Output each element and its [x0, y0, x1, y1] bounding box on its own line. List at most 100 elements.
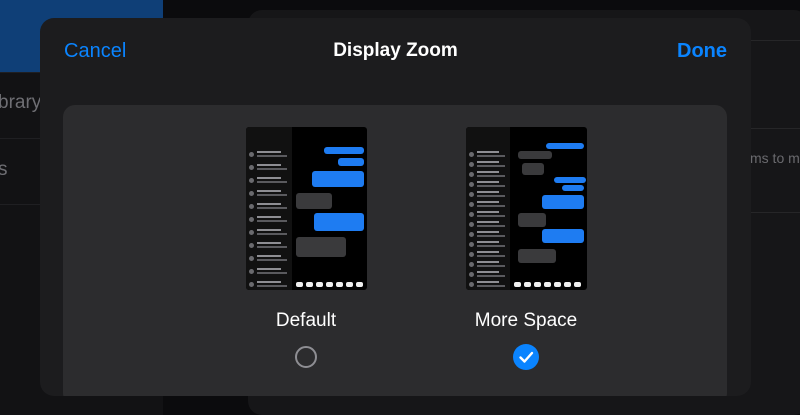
background-sidebar-item: s — [0, 159, 8, 180]
option-more-space[interactable]: More Space — [446, 127, 606, 370]
done-button[interactable]: Done — [677, 40, 727, 63]
preview-line — [476, 201, 499, 203]
preview-message-bubble — [521, 163, 544, 175]
preview-avatar-icon — [248, 152, 254, 157]
preview-line — [256, 259, 287, 261]
preview-line — [476, 195, 505, 197]
preview-app-icon — [553, 282, 561, 287]
preview-line — [476, 165, 505, 167]
preview-list-row — [248, 177, 289, 184]
preview-list-row — [468, 271, 507, 278]
preview-avatar-icon — [248, 191, 254, 196]
option-label: More Space — [474, 310, 578, 331]
preview-message-bubble — [311, 171, 364, 187]
preview-list-row — [248, 190, 289, 197]
preview-list-row — [468, 211, 507, 218]
preview-line — [256, 151, 281, 153]
preview-avatar-icon — [248, 165, 254, 170]
preview-avatar-icon — [468, 272, 474, 277]
preview-line — [476, 275, 505, 277]
preview-line — [256, 177, 281, 179]
preview-app-icon — [573, 282, 581, 287]
preview-line — [476, 245, 505, 247]
preview-line — [476, 205, 505, 207]
preview-list-row — [468, 161, 507, 168]
option-default[interactable]: Default — [226, 127, 386, 368]
preview-line — [476, 271, 499, 273]
preview-app-bar — [511, 280, 587, 290]
preview-app-icon — [335, 282, 343, 287]
preview-list-row — [248, 255, 289, 262]
preview-line — [476, 235, 505, 237]
preview-line — [256, 285, 287, 287]
preview-avatar-icon — [468, 252, 474, 257]
radio-unselected-icon[interactable] — [295, 346, 317, 368]
preview-app-icon — [325, 282, 333, 287]
preview-app-icon — [563, 282, 571, 287]
preview-list-row — [248, 242, 289, 249]
preview-message-bubble — [517, 151, 552, 159]
preview-line — [256, 220, 287, 222]
preview-list-row — [468, 201, 507, 208]
background-row-divider — [750, 212, 800, 213]
preview-app-bar — [293, 280, 367, 290]
preview-line — [476, 185, 505, 187]
preview-list-row — [248, 151, 289, 158]
preview-app-icon — [345, 282, 353, 287]
preview-list-row — [468, 241, 507, 248]
preview-line — [256, 242, 281, 244]
preview-line — [476, 175, 505, 177]
preview-line — [476, 215, 505, 217]
preview-avatar-icon — [248, 204, 254, 209]
preview-avatar-icon — [468, 242, 474, 247]
preview-line — [256, 268, 281, 270]
preview-list-row — [468, 281, 507, 288]
preview-line — [256, 207, 287, 209]
preview-list-row — [248, 164, 289, 171]
preview-app-icon — [543, 282, 551, 287]
preview-list-row — [248, 216, 289, 223]
preview-app-icon — [523, 282, 531, 287]
preview-avatar-icon — [468, 202, 474, 207]
preview-message-bubble — [337, 158, 364, 166]
preview-avatar-icon — [248, 243, 254, 248]
preview-line — [256, 229, 281, 231]
preview-list-row — [468, 221, 507, 228]
preview-app-icon — [533, 282, 541, 287]
preview-app-icon — [295, 282, 303, 287]
preview-list-row — [468, 151, 507, 158]
preview-list-row — [468, 171, 507, 178]
preview-message-bubble — [517, 213, 546, 227]
preview-message-bubble — [541, 195, 584, 209]
more-space-preview-image — [465, 127, 587, 290]
background-sidebar-item: brary — [0, 92, 42, 113]
preview-app-icon — [355, 282, 363, 287]
preview-line — [256, 272, 287, 274]
preview-message-bubble — [313, 213, 364, 231]
preview-line — [476, 285, 505, 287]
preview-avatar-icon — [248, 256, 254, 261]
preview-message-bubble — [545, 143, 584, 149]
checkmark-circle-icon[interactable] — [513, 344, 539, 370]
preview-avatar-icon — [468, 162, 474, 167]
preview-line — [476, 211, 499, 213]
preview-line — [476, 151, 499, 153]
preview-list-row — [468, 261, 507, 268]
preview-avatar-icon — [248, 269, 254, 274]
preview-line — [256, 194, 287, 196]
preview-line — [256, 164, 281, 166]
preview-line — [476, 241, 499, 243]
preview-line — [476, 161, 499, 163]
preview-line — [476, 181, 499, 183]
preview-avatar-icon — [468, 222, 474, 227]
preview-avatar-icon — [248, 217, 254, 222]
preview-line — [256, 168, 287, 170]
background-main-text: ms to m — [750, 150, 800, 166]
preview-avatar-icon — [248, 282, 254, 287]
option-label: Default — [275, 310, 337, 331]
preview-line — [476, 251, 499, 253]
preview-line — [256, 281, 281, 283]
preview-message-bubble — [295, 237, 346, 257]
preview-list-row — [248, 268, 289, 275]
preview-message-bubble — [553, 177, 586, 183]
